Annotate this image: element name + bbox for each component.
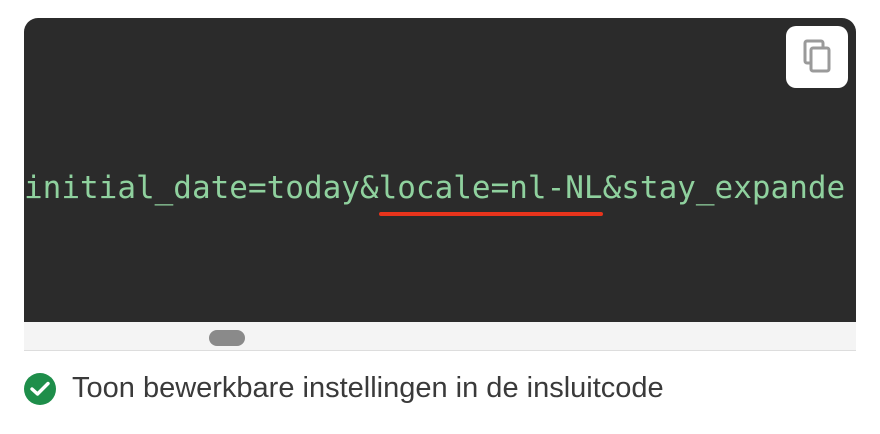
show-editable-settings-option[interactable]: Toon bewerkbare instellingen in de inslu… xyxy=(24,372,664,405)
embed-code-block: initial_date=today&locale=nl-NL&stay_exp… xyxy=(24,18,856,322)
code-highlight-locale: locale=nl-NL xyxy=(378,170,603,216)
copy-button[interactable] xyxy=(786,26,848,88)
checkbox-checked-icon[interactable] xyxy=(24,372,56,405)
code-suffix: &stay_expande xyxy=(602,170,846,206)
option-label: Toon bewerkbare instellingen in de inslu… xyxy=(72,372,664,404)
copy-icon xyxy=(803,39,831,76)
embed-code-text[interactable]: initial_date=today&locale=nl-NL&stay_exp… xyxy=(24,168,846,216)
scrollbar-thumb[interactable] xyxy=(209,330,245,346)
horizontal-scrollbar[interactable] xyxy=(24,322,856,351)
code-prefix: initial_date=today& xyxy=(24,170,379,206)
